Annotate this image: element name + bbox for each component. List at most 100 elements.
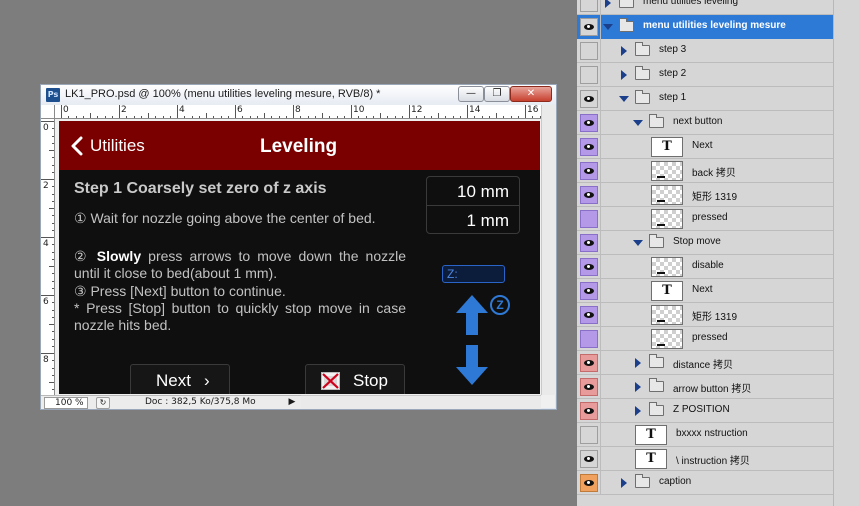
expand-down-arrow-icon[interactable] [619, 96, 629, 102]
visibility-eye-icon[interactable] [580, 474, 598, 492]
back-label[interactable]: Utilities [90, 136, 145, 156]
ruler-tick [52, 309, 54, 311]
layer-row[interactable]: arrow button 拷贝 [577, 375, 833, 399]
ruler-tick [52, 193, 54, 195]
layer-row[interactable]: menu utilities leveling [577, 0, 833, 15]
layer-row[interactable]: Z POSITION [577, 399, 833, 423]
ruler-tick [52, 186, 54, 188]
ruler-origin[interactable] [41, 105, 55, 119]
layer-row[interactable]: 矩形 1319 [577, 303, 833, 327]
layer-row[interactable]: disable [577, 255, 833, 279]
layer-row[interactable]: T \ instruction 拷贝 [577, 447, 833, 471]
layer-row[interactable]: T Next [577, 135, 833, 159]
ruler-tick [452, 116, 454, 118]
expand-right-arrow-icon[interactable] [621, 46, 627, 56]
distance-option-1mm[interactable]: 1 mm [467, 211, 510, 231]
visibility-eye-icon[interactable] [580, 426, 598, 444]
expand-right-arrow-icon[interactable] [621, 70, 627, 80]
visibility-eye-icon[interactable] [580, 114, 598, 132]
layer-column-divider [600, 375, 601, 399]
visibility-eye-icon[interactable] [580, 234, 598, 252]
layer-row[interactable]: next button [577, 111, 833, 135]
arrow-up-icon[interactable] [454, 293, 490, 337]
back-chevron-icon[interactable] [71, 136, 83, 156]
visibility-eye-icon[interactable] [580, 402, 598, 420]
minimize-button[interactable]: — [458, 86, 484, 102]
layer-row[interactable]: 矩形 1319 [577, 183, 833, 207]
visibility-eye-icon[interactable] [580, 306, 598, 324]
device-screen-canvas[interactable]: Utilities Leveling Step 1 Coarsely set z… [59, 121, 540, 394]
layer-column-divider [600, 15, 601, 39]
document-window[interactable]: Ps LK1_PRO.psd @ 100% (menu utilities le… [40, 84, 557, 410]
ruler-tick [314, 116, 316, 118]
ruler-tick [52, 273, 54, 275]
layer-row[interactable]: distance 拷贝 [577, 351, 833, 375]
layer-row[interactable]: Stop move [577, 231, 833, 255]
layer-row[interactable]: pressed [577, 207, 833, 231]
visibility-eye-icon[interactable] [580, 282, 598, 300]
stop-button[interactable]: Stop [305, 364, 405, 394]
visibility-eye-icon[interactable] [580, 450, 598, 468]
expand-down-arrow-icon[interactable] [633, 240, 643, 246]
visibility-eye-icon[interactable] [580, 162, 598, 180]
layer-row[interactable]: step 3 [577, 39, 833, 63]
document-size-info: Doc : 382,5 Ko/375,8 Mo [145, 397, 256, 407]
visibility-eye-icon[interactable] [580, 186, 598, 204]
expand-right-arrow-icon[interactable] [621, 478, 627, 488]
expand-right-arrow-icon[interactable] [605, 0, 611, 8]
layer-column-divider [600, 279, 601, 303]
restore-button[interactable]: ❐ [484, 86, 510, 102]
layer-row[interactable]: step 1 [577, 87, 833, 111]
distance-option-10mm[interactable]: 10 mm [457, 182, 509, 202]
next-button[interactable]: Next › [130, 364, 230, 394]
arrow-down-icon[interactable] [454, 343, 490, 387]
ruler-tick [242, 116, 244, 118]
layer-column-divider [600, 111, 601, 135]
visibility-eye-icon[interactable] [580, 354, 598, 372]
instruction-3: ③ Press [Next] button to continue. [74, 283, 286, 299]
ruler-tick [285, 116, 287, 118]
timeline-icon[interactable]: ↻ [96, 397, 110, 409]
layer-name: step 1 [659, 92, 687, 103]
document-title-bar[interactable]: Ps LK1_PRO.psd @ 100% (menu utilities le… [41, 85, 556, 105]
layer-row[interactable]: menu utilities leveling mesure [577, 15, 833, 39]
vertical-scrollbar[interactable] [541, 105, 556, 395]
expand-down-arrow-icon[interactable] [603, 24, 613, 30]
layer-row[interactable]: step 2 [577, 63, 833, 87]
expand-right-arrow-icon[interactable] [635, 406, 641, 416]
visibility-eye-icon[interactable] [580, 330, 598, 348]
layer-row[interactable]: T Next [577, 279, 833, 303]
status-menu-arrow-icon[interactable]: ▶ [286, 397, 298, 409]
visibility-eye-icon[interactable] [580, 18, 598, 36]
expand-down-arrow-icon[interactable] [633, 120, 643, 126]
visibility-eye-icon[interactable] [580, 210, 598, 228]
visibility-eye-icon[interactable] [580, 0, 598, 12]
visibility-eye-icon[interactable] [580, 138, 598, 156]
layer-name: arrow button 拷贝 [673, 384, 752, 395]
horizontal-ruler[interactable]: 0 2 4 6 8 10 12 14 16 [55, 105, 541, 119]
layer-row[interactable]: caption [577, 471, 833, 495]
ruler-tick [52, 215, 54, 217]
visibility-eye-icon[interactable] [580, 378, 598, 396]
ruler-tick [52, 280, 54, 282]
visibility-eye-icon[interactable] [580, 66, 598, 84]
zoom-level-field[interactable]: 100 % [44, 397, 88, 409]
layer-row[interactable]: Tbxxxx nstruction [577, 423, 833, 447]
visibility-eye-icon[interactable] [580, 42, 598, 60]
text-layer-thumbnail: T [635, 449, 667, 469]
layer-name: back 拷贝 [692, 168, 736, 179]
visibility-eye-icon[interactable] [580, 90, 598, 108]
horizontal-scrollbar[interactable] [301, 395, 541, 409]
layer-name: 矩形 1319 [692, 312, 738, 323]
ruler-tick [459, 116, 461, 118]
layer-row[interactable]: pressed [577, 327, 833, 351]
close-button[interactable]: ✕ [510, 86, 552, 102]
expand-right-arrow-icon[interactable] [635, 382, 641, 392]
vertical-ruler[interactable]: 0 2 4 6 8 [41, 119, 55, 395]
visibility-eye-icon[interactable] [580, 258, 598, 276]
distance-selector: 10 mm 1 mm [426, 176, 520, 234]
expand-right-arrow-icon[interactable] [635, 358, 641, 368]
ruler-tick [104, 116, 106, 118]
ruler-h-label: 12 [411, 105, 423, 115]
layer-row[interactable]: back 拷贝 [577, 159, 833, 183]
